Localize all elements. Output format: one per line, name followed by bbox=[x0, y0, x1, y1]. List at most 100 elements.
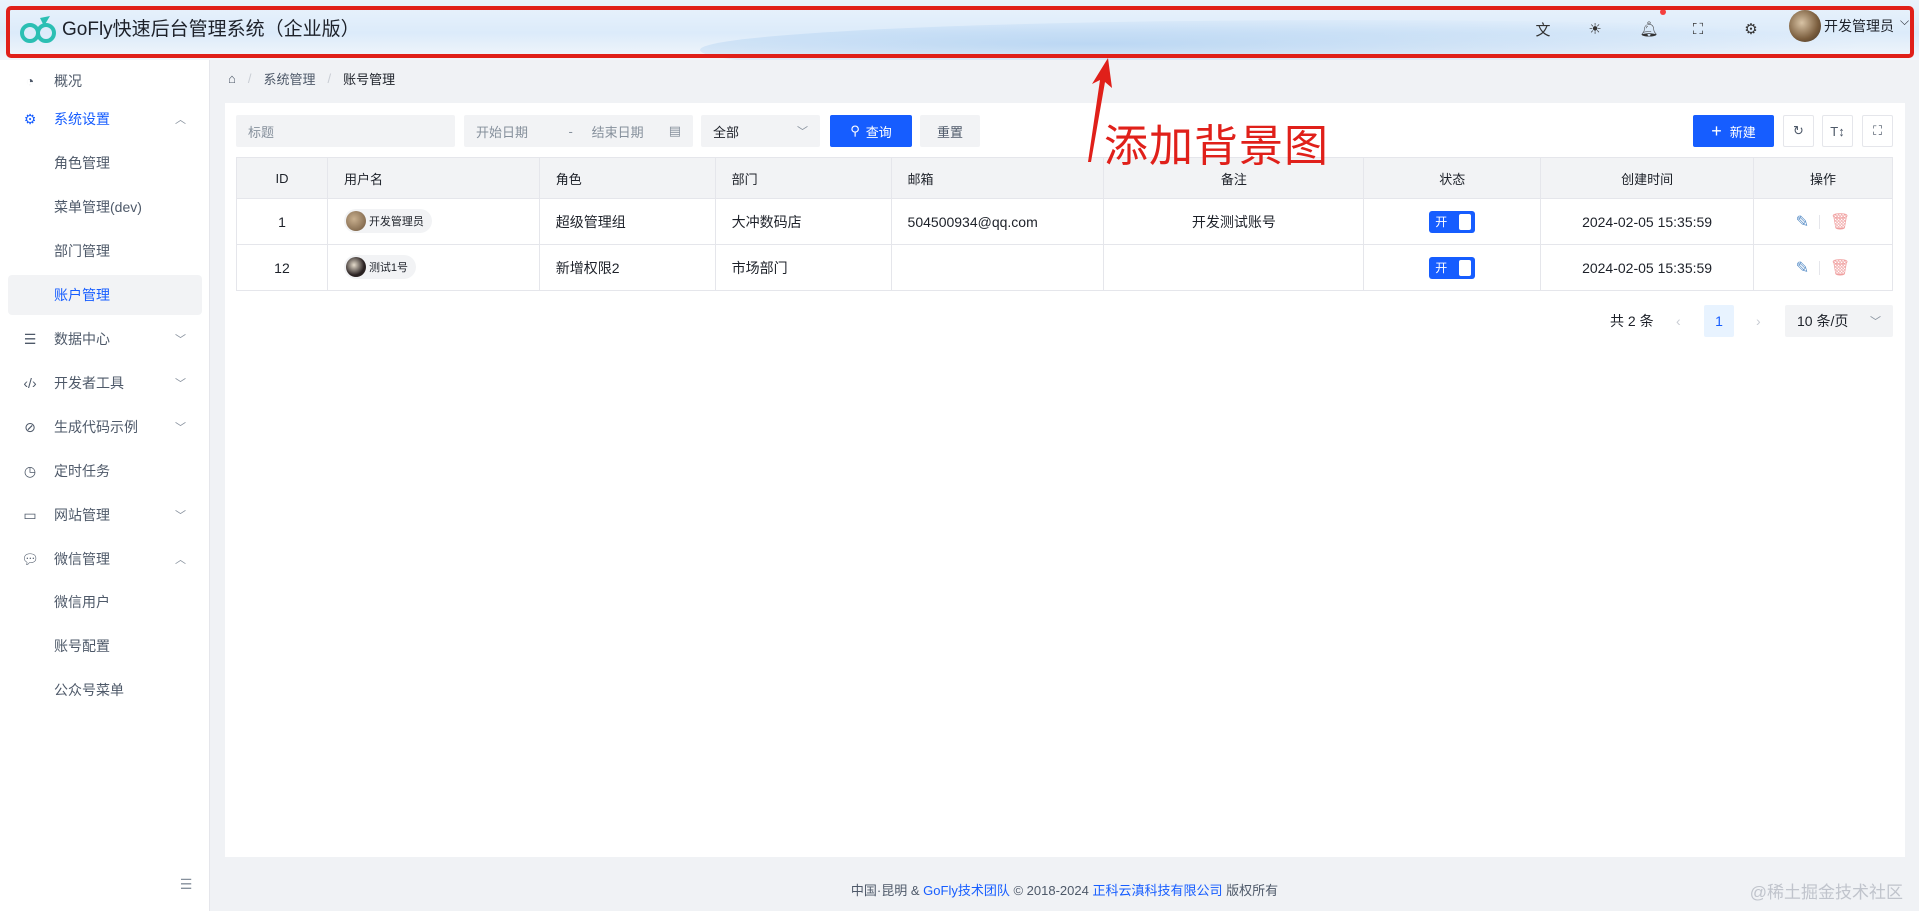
column-header: ID bbox=[236, 157, 328, 199]
status-select[interactable]: 全部 ﹀ bbox=[701, 115, 820, 147]
user-name[interactable]: 开发管理员 bbox=[1824, 16, 1894, 36]
divider bbox=[1819, 260, 1821, 275]
cell-created: 2024-02-05 15:35:59 bbox=[1540, 198, 1755, 245]
dashboard-icon: ◔ bbox=[25, 73, 35, 89]
cell-role: 超级管理组 bbox=[538, 198, 716, 245]
notification-dot bbox=[1660, 9, 1666, 15]
status-toggle[interactable]: 开 bbox=[1429, 256, 1476, 279]
new-button-label: 新建 bbox=[1729, 124, 1756, 140]
sidebar-item-cron[interactable]: ◷ 定时任务 bbox=[8, 451, 202, 491]
sidebar-item-wechat[interactable]: 💬︎ 微信管理 ︿ bbox=[8, 539, 202, 579]
date-separator: - bbox=[568, 123, 573, 139]
fullscreen-icon: ⛶ bbox=[1872, 123, 1883, 138]
end-date-placeholder: 结束日期 bbox=[591, 124, 644, 140]
reset-button[interactable]: 重置 bbox=[920, 115, 980, 147]
sidebar-item-departments[interactable]: 部门管理 bbox=[8, 231, 202, 271]
fullscreen-icon[interactable]: ⛶ bbox=[1685, 16, 1711, 42]
column-header: 操作 bbox=[1753, 157, 1893, 199]
footer-copyright: © 2018-2024 bbox=[1013, 883, 1089, 898]
breadcrumb: ⌂ / 系统管理 / 账号管理 bbox=[228, 69, 395, 88]
sidebar-item-website[interactable]: ▭ 网站管理 ﹀ bbox=[8, 495, 202, 535]
search-button[interactable]: ⚲ 查询 bbox=[830, 115, 912, 147]
avatar bbox=[345, 211, 366, 231]
sidebar-item-roles[interactable]: 角色管理 bbox=[8, 143, 202, 183]
gear-icon: ⚙ bbox=[23, 110, 37, 127]
sidebar-item-overview[interactable]: ◔ 概况 bbox=[8, 61, 202, 101]
chevron-down-icon[interactable]: ⌵ bbox=[1900, 14, 1909, 29]
avatar[interactable] bbox=[1789, 10, 1821, 42]
status-select-value: 全部 bbox=[713, 124, 740, 140]
prev-page-button[interactable]: ‹ bbox=[1676, 305, 1681, 337]
footer: 中国·昆明 & GoFly技术团队 © 2018-2024 正科云滇科技有限公司… bbox=[210, 880, 1919, 899]
collapse-sidebar-icon[interactable]: ☰ bbox=[176, 876, 196, 896]
breadcrumb-separator: / bbox=[327, 71, 332, 86]
title-search-input[interactable]: 标题 bbox=[236, 115, 455, 147]
header-background-wave bbox=[700, 20, 1919, 60]
sidebar-item-data-center[interactable]: ☰ 数据中心 ﹀ bbox=[8, 319, 202, 359]
page-size-value: 10 条/页 bbox=[1797, 313, 1849, 329]
sidebar-item-codegen[interactable]: ⊘ 生成代码示例 ﹀ bbox=[8, 407, 202, 447]
cell-actions: ✎ 🗑︎ bbox=[1753, 198, 1893, 245]
chevron-down-icon: ﹀ bbox=[175, 378, 186, 390]
refresh-icon: ↻ bbox=[1793, 123, 1804, 138]
team-link[interactable]: GoFly技术团队 bbox=[923, 883, 1010, 898]
cell-email bbox=[890, 244, 1105, 291]
chevron-up-icon: ︿ bbox=[175, 114, 186, 126]
breadcrumb-item[interactable]: 系统管理 bbox=[263, 69, 315, 88]
page-size-select[interactable]: 10 条/页 ﹀ bbox=[1785, 305, 1893, 337]
theme-icon[interactable]: ☀ bbox=[1582, 16, 1608, 42]
chevron-down-icon: ﹀ bbox=[175, 334, 186, 346]
footer-rights: 版权所有 bbox=[1226, 883, 1279, 898]
new-button[interactable]: + 新建 bbox=[1693, 115, 1774, 147]
sidebar-item-menus[interactable]: 菜单管理(dev) bbox=[8, 187, 202, 227]
sidebar-item-dev-tools[interactable]: ‹/› 开发者工具 ﹀ bbox=[8, 363, 202, 403]
trash-icon[interactable]: 🗑︎ bbox=[1830, 212, 1850, 232]
chevron-up-icon: ︿ bbox=[175, 554, 186, 566]
cell-remark: 开发测试账号 bbox=[1103, 198, 1365, 245]
cell-email: 504500934@qq.com bbox=[890, 198, 1105, 245]
sidebar: ◔ 概况 ⚙ 系统设置 ︿ 角色管理 菜单管理(dev) 部门管理 账户管理 ☰ 数据中… bbox=[0, 60, 210, 911]
user-tag: 测试1号 bbox=[343, 255, 417, 279]
sidebar-item-label: 定时任务 bbox=[54, 463, 110, 479]
sidebar-item-label: 微信管理 bbox=[54, 551, 110, 567]
status-toggle[interactable]: 开 bbox=[1429, 210, 1476, 233]
edit-icon[interactable]: ✎ bbox=[1796, 258, 1809, 278]
sidebar-item-account-config[interactable]: 账号配置 bbox=[8, 626, 202, 666]
chevron-down-icon: ﹀ bbox=[1870, 316, 1881, 328]
sidebar-item-system-settings[interactable]: ⚙ 系统设置 ︿ bbox=[8, 99, 202, 139]
column-header: 角色 bbox=[538, 157, 716, 199]
trash-icon[interactable]: 🗑︎ bbox=[1830, 258, 1850, 278]
table-header-row: ID 用户名 角色 部门 邮箱 备注 状态 创建时间 操作 bbox=[236, 157, 1893, 199]
translate-icon[interactable]: 文 bbox=[1530, 16, 1556, 42]
cell-status: 开 bbox=[1363, 244, 1542, 291]
next-page-button[interactable]: › bbox=[1756, 305, 1761, 337]
divider bbox=[1819, 214, 1821, 229]
cell-dept: 大冲数码店 bbox=[714, 198, 892, 245]
annotation-text: 添加背景图 bbox=[1104, 122, 1329, 171]
edit-icon[interactable]: ✎ bbox=[1796, 212, 1809, 232]
home-icon[interactable]: ⌂ bbox=[228, 71, 236, 86]
toggle-knob bbox=[1459, 213, 1472, 230]
column-header: 状态 bbox=[1363, 157, 1542, 199]
clock-icon: ◷ bbox=[23, 462, 37, 479]
date-range-picker[interactable]: 开始日期 - 结束日期 ▤ bbox=[464, 115, 693, 147]
start-date-placeholder: 开始日期 bbox=[476, 124, 529, 140]
company-link[interactable]: 正科云滇科技有限公司 bbox=[1092, 883, 1222, 898]
refresh-button[interactable]: ↻ bbox=[1783, 115, 1814, 147]
settings-icon[interactable]: ⚙ bbox=[1738, 16, 1764, 42]
app-title: GoFly快速后台管理系统（企业版） bbox=[62, 19, 360, 40]
density-button[interactable]: T↕ bbox=[1822, 115, 1853, 147]
sidebar-item-wechat-users[interactable]: 微信用户 bbox=[8, 582, 202, 622]
sidebar-item-mp-menu[interactable]: 公众号菜单 bbox=[8, 670, 202, 710]
sidebar-item-accounts[interactable]: 账户管理 bbox=[8, 275, 202, 315]
bell-icon[interactable]: 🔔︎ bbox=[1636, 16, 1662, 42]
cell-dept: 市场部门 bbox=[714, 244, 892, 291]
compass-icon: ⊘ bbox=[24, 418, 36, 435]
plus-icon: + bbox=[1711, 120, 1722, 141]
toggle-label: 开 bbox=[1435, 215, 1448, 229]
table-row: 1 开发管理员 超级管理组 大冲数码店 504500934@qq.com 开发测… bbox=[236, 198, 1893, 245]
table-fullscreen-button[interactable]: ⛶ bbox=[1862, 115, 1893, 147]
cell-id: 1 bbox=[236, 198, 328, 245]
page-1-button[interactable]: 1 bbox=[1704, 305, 1734, 337]
table-row: 12 测试1号 新增权限2 市场部门 开 2024-02-05 15:35:59… bbox=[236, 244, 1893, 291]
